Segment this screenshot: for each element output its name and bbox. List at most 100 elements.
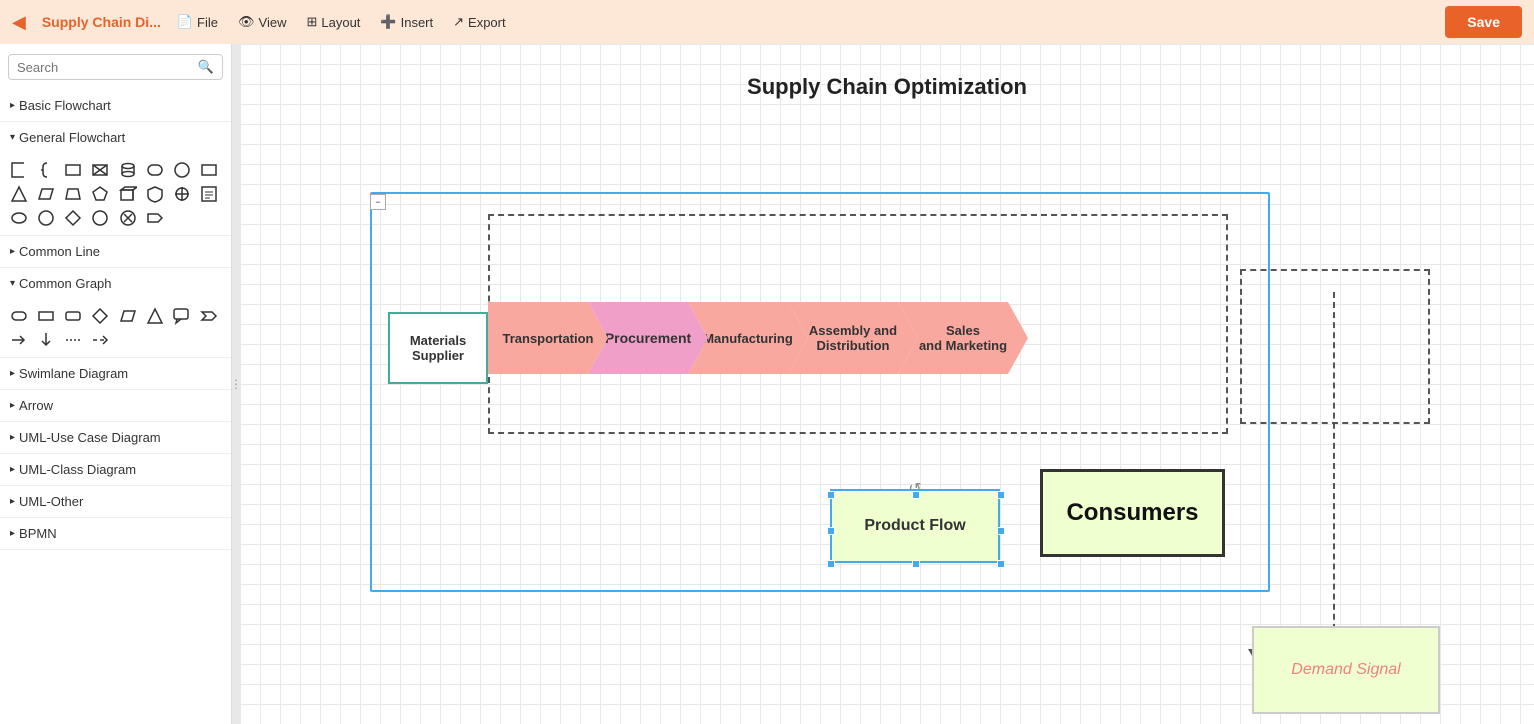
consumers-box[interactable]: Consumers	[1040, 469, 1225, 557]
menu-view[interactable]: 👁 View	[238, 14, 286, 30]
diagram-title: Supply Chain Optimization	[747, 74, 1027, 100]
shape-rect[interactable]	[62, 159, 84, 181]
chevron-assembly-label: Assembly andDistribution	[809, 323, 897, 353]
shape-tri2[interactable]	[144, 305, 166, 327]
section-arrow-header[interactable]: Arrow	[0, 390, 231, 421]
chevrons-row: Transportation Procurement Manufacturing…	[488, 302, 1028, 374]
section-common-line: Common Line	[0, 236, 231, 268]
sel-handle-tr[interactable]	[997, 491, 1005, 499]
shape-speech[interactable]	[171, 305, 193, 327]
menu-file-label: File	[197, 15, 218, 30]
sel-handle-ml[interactable]	[827, 527, 835, 535]
shape-x-circle[interactable]	[117, 207, 139, 229]
canvas-area[interactable]: Supply Chain Optimization − MaterialsSup…	[240, 44, 1534, 724]
section-general-flowchart-header[interactable]: General Flowchart	[0, 122, 231, 153]
section-basic-flowchart-header[interactable]: Basic Flowchart	[0, 90, 231, 121]
chevron-manufacturing-label: Manufacturing	[703, 331, 793, 346]
shape-parallelogram[interactable]	[35, 183, 57, 205]
sel-handle-br[interactable]	[997, 560, 1005, 568]
insert-icon: ➕	[380, 14, 396, 30]
sel-handle-mr[interactable]	[997, 527, 1005, 535]
product-flow-box[interactable]: Product Flow	[830, 489, 1000, 563]
chevron-transportation[interactable]: Transportation	[488, 302, 608, 374]
sel-handle-tl[interactable]	[827, 491, 835, 499]
shape-para2[interactable]	[117, 305, 139, 327]
section-basic-flowchart: Basic Flowchart	[0, 90, 231, 122]
shape-dots-line[interactable]	[62, 329, 84, 351]
shape-x-box[interactable]	[89, 159, 111, 181]
vertical-arrow-line	[1333, 292, 1335, 660]
section-common-graph-header[interactable]: Common Graph	[0, 268, 231, 299]
shape-diamond[interactable]	[62, 207, 84, 229]
section-swimlane-header[interactable]: Swimlane Diagram	[0, 358, 231, 389]
shape-shield[interactable]	[144, 183, 166, 205]
shape-dashes[interactable]	[89, 329, 111, 351]
shape-rect2[interactable]	[198, 159, 220, 181]
shape-crosshair[interactable]	[171, 183, 193, 205]
section-uml-other-header[interactable]: UML-Other	[0, 486, 231, 517]
topbar-menu: 📄 File 👁 View ⊞ Layout ➕ Insert ↗ Export	[177, 14, 506, 30]
chevron-procurement-label: Procurement	[605, 330, 691, 346]
consumers-label: Consumers	[1066, 499, 1198, 527]
topbar: ◀ Supply Chain Di... 📄 File 👁 View ⊞ Lay…	[0, 0, 1534, 44]
section-uml-usecase-header[interactable]: UML-Use Case Diagram	[0, 422, 231, 453]
menu-export[interactable]: ↗ Export	[453, 14, 505, 30]
shape-arrow-rect[interactable]	[144, 207, 166, 229]
menu-insert-label: Insert	[401, 15, 434, 30]
shape-3d-rect[interactable]	[117, 183, 139, 205]
shape-rounded-rect[interactable]	[144, 159, 166, 181]
sidebar-resize-handle[interactable]	[232, 44, 240, 724]
document-title: Supply Chain Di...	[42, 14, 161, 30]
search-icon: 🔍	[198, 59, 214, 75]
shape-rounded2[interactable]	[62, 305, 84, 327]
shape-triangle[interactable]	[8, 183, 30, 205]
shape-pentagon[interactable]	[89, 183, 111, 205]
export-icon: ↗	[453, 14, 464, 30]
shape-diamond2[interactable]	[89, 305, 111, 327]
layout-icon: ⊞	[306, 14, 317, 30]
search-box[interactable]: 🔍	[8, 54, 223, 80]
section-bpmn-header[interactable]: BPMN	[0, 518, 231, 549]
shape-stadium[interactable]	[8, 305, 30, 327]
chevron-transportation-label: Transportation	[502, 331, 593, 346]
save-button[interactable]: Save	[1445, 6, 1522, 38]
menu-export-label: Export	[468, 15, 506, 30]
canvas-content: Supply Chain Optimization − MaterialsSup…	[240, 44, 1534, 724]
shape-arrow-down[interactable]	[35, 329, 57, 351]
main-area: 🔍 Basic Flowchart General Flowchart	[0, 44, 1534, 724]
sel-handle-bl[interactable]	[827, 560, 835, 568]
shape-chevron-sm[interactable]	[198, 305, 220, 327]
product-flow-label: Product Flow	[864, 517, 965, 535]
shape-note[interactable]	[198, 183, 220, 205]
section-general-flowchart: General Flowchart	[0, 122, 231, 236]
shape-cylinder[interactable]	[117, 159, 139, 181]
right-dashed-box	[1240, 269, 1430, 424]
sel-handle-bm[interactable]	[912, 560, 920, 568]
materials-supplier-box[interactable]: MaterialsSupplier	[388, 312, 488, 384]
menu-layout[interactable]: ⊞ Layout	[306, 14, 360, 30]
sel-handle-tm[interactable]	[912, 491, 920, 499]
shape-sq-rect[interactable]	[35, 305, 57, 327]
search-input[interactable]	[17, 60, 198, 75]
back-button[interactable]: ◀	[12, 12, 26, 33]
collapse-icon[interactable]: −	[370, 194, 386, 210]
sidebar: 🔍 Basic Flowchart General Flowchart	[0, 44, 232, 724]
view-icon: 👁	[238, 14, 255, 30]
chevron-sales-label: Salesand Marketing	[919, 323, 1007, 353]
shape-brace[interactable]	[35, 159, 57, 181]
menu-insert[interactable]: ➕ Insert	[380, 14, 433, 30]
shape-circle3[interactable]	[89, 207, 111, 229]
shape-arrow-right[interactable]	[8, 329, 30, 351]
shape-trapezoid[interactable]	[62, 183, 84, 205]
shape-circle2[interactable]	[35, 207, 57, 229]
section-common-line-header[interactable]: Common Line	[0, 236, 231, 267]
section-uml-class-header[interactable]: UML-Class Diagram	[0, 454, 231, 485]
demand-signal-box[interactable]: Demand Signal	[1252, 626, 1440, 714]
shape-ellipse[interactable]	[8, 207, 30, 229]
section-uml-other: UML-Other	[0, 486, 231, 518]
section-uml-usecase: UML-Use Case Diagram	[0, 422, 231, 454]
menu-view-label: View	[259, 15, 287, 30]
shape-rect-open-left[interactable]	[8, 159, 30, 181]
menu-file[interactable]: 📄 File	[177, 14, 218, 30]
shape-circle[interactable]	[171, 159, 193, 181]
